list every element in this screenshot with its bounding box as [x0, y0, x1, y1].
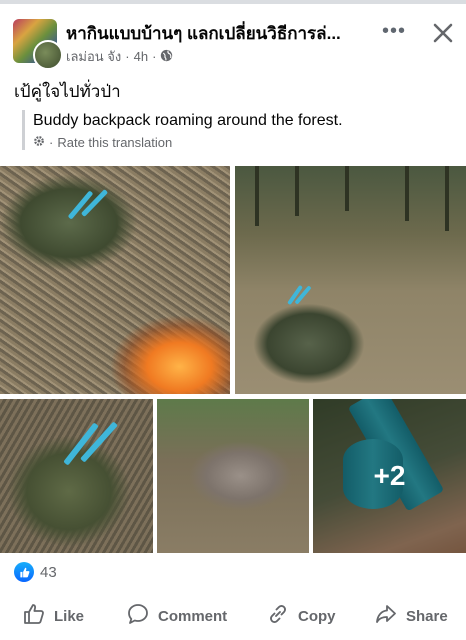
bamboo-trunk [405, 166, 409, 221]
link-icon [266, 602, 290, 630]
photo-backpack-fire[interactable] [0, 166, 230, 394]
bamboo-trunk [255, 166, 259, 226]
copy-button[interactable]: Copy [266, 598, 336, 634]
thumbs-up-icon [22, 602, 46, 630]
comment-button[interactable]: Comment [126, 598, 227, 634]
copy-label: Copy [298, 607, 336, 625]
translation-block: Buddy backpack roaming around the forest… [22, 110, 343, 150]
translated-text: Buddy backpack roaming around the forest… [33, 112, 343, 129]
photo-animal-ground[interactable] [157, 399, 309, 553]
share-button[interactable]: Share [374, 598, 448, 634]
bamboo-trunk [345, 166, 349, 211]
gear-icon [33, 135, 45, 150]
share-arrow-icon [374, 602, 398, 630]
post-text: เป้คู่ใจไปทั่วป่า [14, 82, 121, 101]
more-options-icon[interactable]: ••• [378, 21, 410, 46]
reaction-summary[interactable]: 43 [14, 562, 57, 582]
more-photos-count: +2 [373, 460, 406, 491]
action-bar: Like Comment Copy Share [0, 598, 466, 634]
like-reaction-icon [14, 562, 34, 582]
close-icon[interactable] [428, 18, 458, 48]
globe-icon [160, 49, 173, 65]
comment-bubble-icon [126, 602, 150, 630]
author-avatar[interactable] [33, 40, 63, 70]
photo-grid: +2 [0, 166, 466, 553]
rate-translation-link[interactable]: · Rate this translation [33, 135, 343, 150]
like-label: Like [54, 607, 85, 625]
post-header: หากินแบบบ้านๆ แลกเปลี่ยนวิธีการล่... เลม… [0, 14, 466, 70]
post-meta: เลม่อน จัง · 4h · [66, 46, 173, 67]
rate-translation-label[interactable]: Rate this translation [57, 135, 172, 150]
top-divider [0, 0, 466, 4]
photo-backpack-closeup[interactable] [0, 399, 153, 553]
bamboo-trunk [295, 166, 299, 216]
reaction-count: 43 [40, 563, 57, 581]
more-photos-overlay[interactable]: +2 [313, 399, 466, 553]
post-time[interactable]: 4h [134, 49, 148, 64]
author-name[interactable]: เลม่อน จัง [66, 46, 121, 67]
share-label: Share [406, 607, 448, 625]
group-name[interactable]: หากินแบบบ้านๆ แลกเปลี่ยนวิธีการล่... [66, 20, 366, 47]
bamboo-trunk [445, 166, 449, 231]
like-button[interactable]: Like [22, 598, 84, 634]
photo-bamboo-forest[interactable] [235, 166, 466, 394]
comment-label: Comment [158, 607, 228, 625]
